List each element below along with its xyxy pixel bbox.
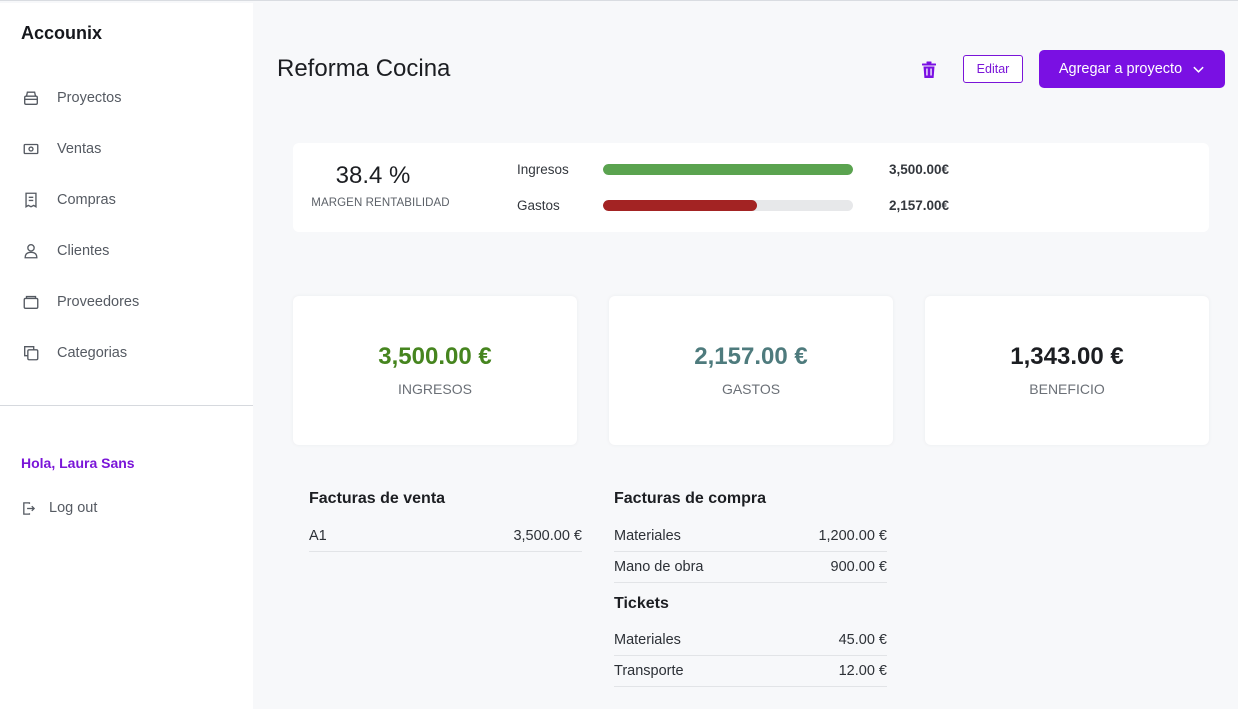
- page-title: Reforma Cocina: [277, 55, 451, 82]
- margin-value: 38.4 %: [335, 162, 411, 189]
- sidebar-item-categorias[interactable]: Categorias: [0, 327, 253, 378]
- user-icon: [21, 241, 41, 261]
- add-to-project-button[interactable]: Agregar a proyecto: [1039, 50, 1225, 88]
- expenses-card: 2,157.00 € GASTOS: [609, 296, 893, 445]
- delete-button[interactable]: [918, 59, 940, 81]
- profit-card-label: BENEFICIO: [1029, 381, 1105, 397]
- expenses-bar-amount: 2,157.00€: [888, 197, 949, 213]
- sidebar-divider: [0, 405, 253, 406]
- profit-card-value: 1,343.00 €: [1010, 343, 1124, 370]
- row-name: A1: [309, 528, 327, 544]
- sidebar-item-compras[interactable]: Compras: [0, 174, 253, 225]
- expenses-bar-label: Gastos: [517, 197, 560, 213]
- app-logo[interactable]: Accounix: [21, 23, 102, 44]
- sidebar-item-label: Ventas: [57, 140, 102, 157]
- logout-icon: [21, 500, 37, 516]
- purchase-invoices-title: Facturas de compra: [614, 490, 767, 507]
- row-amount: 900.00 €: [830, 559, 887, 575]
- table-row[interactable]: Mano de obra 900.00 €: [614, 552, 887, 583]
- expenses-card-label: GASTOS: [721, 381, 781, 397]
- sidebar-item-proyectos[interactable]: Proyectos: [0, 72, 253, 123]
- sidebar-item-label: Proveedores: [57, 293, 140, 310]
- chevron-down-icon: [1192, 63, 1205, 76]
- sales-invoices-title: Facturas de venta: [309, 490, 446, 507]
- row-name: Mano de obra: [614, 559, 704, 575]
- sidebar-item-label: Clientes: [57, 242, 110, 259]
- sidebar-item-proveedores[interactable]: Proveedores: [0, 276, 253, 327]
- profitability-summary: 38.4 % MARGEN RENTABILIDAD Ingresos 3,50…: [293, 143, 1209, 232]
- row-amount: 12.00 €: [838, 663, 887, 679]
- row-name: Materiales: [614, 528, 681, 544]
- row-amount: 3,500.00 €: [513, 528, 582, 544]
- table-row[interactable]: Materiales 45.00 €: [614, 625, 887, 656]
- table-row[interactable]: A1 3,500.00 €: [309, 521, 582, 552]
- sidebar-item-ventas[interactable]: Ventas: [0, 123, 253, 174]
- money-icon: [21, 139, 41, 159]
- logout-label: Log out: [49, 500, 98, 516]
- margin-label: MARGEN RENTABILIDAD: [311, 197, 450, 209]
- income-bar-label: Ingresos: [517, 161, 569, 177]
- income-bar-track: [603, 163, 853, 175]
- sidebar-item-label: Compras: [57, 191, 116, 208]
- expenses-card-value: 2,157.00 €: [694, 343, 808, 370]
- sidebar-item-label: Proyectos: [57, 89, 122, 106]
- income-bar-row: Ingresos 3,500.00€: [517, 159, 957, 179]
- tickets-title: Tickets: [614, 595, 669, 612]
- row-amount: 45.00 €: [838, 632, 887, 648]
- income-bar-fill: [603, 163, 853, 175]
- sidebar: Accounix Proyectos Ventas Compras Client…: [0, 3, 253, 709]
- sidebar-nav: Proyectos Ventas Compras Clientes Provee…: [0, 72, 253, 378]
- income-bar-amount: 3,500.00€: [888, 161, 949, 177]
- projects-icon: [21, 88, 41, 108]
- trash-icon: [922, 61, 936, 78]
- profit-card: 1,343.00 € BENEFICIO: [925, 296, 1209, 445]
- expenses-bar-fill: [603, 199, 757, 211]
- expenses-bar-track: [603, 199, 853, 211]
- income-card: 3,500.00 € INGRESOS: [293, 296, 577, 445]
- briefcase-icon: [21, 292, 41, 312]
- add-to-project-label: Agregar a proyecto: [1058, 61, 1183, 77]
- edit-button[interactable]: Editar: [963, 55, 1023, 83]
- table-row[interactable]: Transporte 12.00 €: [614, 656, 887, 687]
- receipt-icon: [21, 190, 41, 210]
- sidebar-item-label: Categorias: [57, 344, 128, 361]
- copy-icon: [21, 343, 41, 363]
- logout-button[interactable]: Log out: [21, 500, 97, 516]
- income-card-label: INGRESOS: [398, 381, 472, 397]
- row-name: Materiales: [614, 632, 681, 648]
- income-card-value: 3,500.00 €: [378, 343, 492, 370]
- row-amount: 1,200.00 €: [818, 528, 887, 544]
- user-greeting: Hola, Laura Sans: [21, 455, 135, 471]
- expenses-bar-row: Gastos 2,157.00€: [517, 195, 957, 215]
- table-row[interactable]: Materiales 1,200.00 €: [614, 521, 887, 552]
- sidebar-item-clientes[interactable]: Clientes: [0, 225, 253, 276]
- row-name: Transporte: [614, 663, 684, 679]
